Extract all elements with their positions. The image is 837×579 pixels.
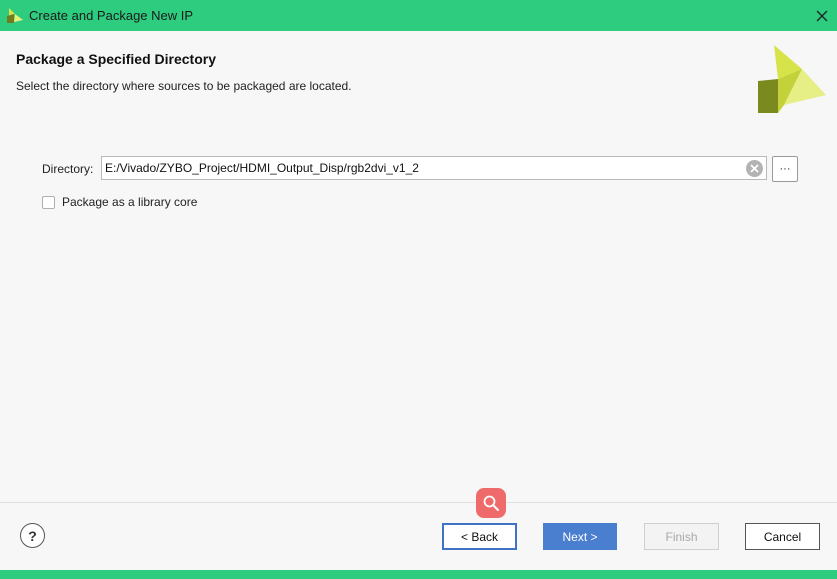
back-button-label: < Back [460,529,499,544]
page-title: Package a Specified Directory [16,51,216,67]
cancel-button[interactable]: Cancel [745,523,820,550]
next-button-label: Next > [562,529,598,544]
close-button[interactable] [807,0,837,31]
library-core-checkbox[interactable] [42,195,55,209]
next-button[interactable]: Next > [543,523,617,550]
magnifier-icon [483,495,499,511]
vivado-logo [758,45,826,113]
directory-input[interactable] [104,157,741,179]
vivado-logo-icon [7,8,23,23]
library-core-option[interactable]: Package as a library core [42,194,197,210]
bottom-accent-bar [0,570,837,579]
directory-label: Directory: [42,162,94,176]
library-core-label: Package as a library core [62,195,198,209]
directory-field[interactable] [101,156,767,180]
zoom-button[interactable] [476,488,506,518]
title-bar: Create and Package New IP [0,0,837,31]
back-button[interactable]: < Back [442,523,517,550]
browse-button[interactable]: ··· [772,156,798,182]
page-subtitle: Select the directory where sources to be… [16,79,352,93]
cancel-button-label: Cancel [763,529,802,544]
close-icon [816,10,828,21]
finish-button[interactable]: Finish [644,523,719,550]
window-title: Create and Package New IP [29,8,194,23]
help-button[interactable]: ? [20,523,45,548]
clear-icon[interactable] [745,159,764,178]
finish-button-label: Finish [665,529,698,544]
page-header: Package a Specified Directory Select the… [0,31,837,121]
footer-divider [0,502,837,503]
